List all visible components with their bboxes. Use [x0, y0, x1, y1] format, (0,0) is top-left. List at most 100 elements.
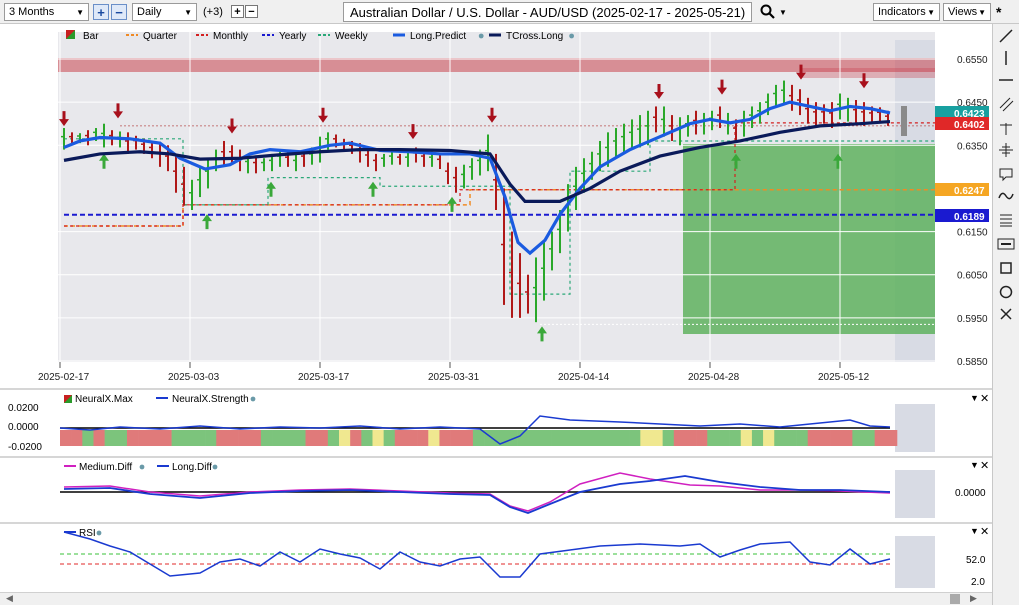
zoom-in-button[interactable]: +: [93, 4, 109, 20]
trendline-tool-icon[interactable]: [997, 28, 1015, 46]
text-tool-icon[interactable]: [997, 236, 1015, 254]
strength-cell: [316, 430, 329, 446]
strength-cell: [707, 430, 719, 446]
wave-tool-icon[interactable]: [997, 188, 1015, 206]
strength-cell: [584, 430, 596, 446]
date-tick-label: 2025-04-14: [558, 372, 610, 383]
strength-cell: [205, 430, 217, 446]
price-tick-label: 0.6550: [957, 55, 988, 66]
panel-menu-icon[interactable]: ▼: [970, 526, 979, 536]
neuralx-panel: NeuralX.Max NeuralX.Strength 0.0200 0.0000…: [0, 388, 992, 456]
settings-dot-icon[interactable]: [212, 464, 218, 470]
fibonacci-tool-icon[interactable]: [997, 212, 1015, 230]
timeframe-select[interactable]: 3 Months ▼: [4, 3, 89, 21]
legend-label: TCross.Long: [506, 31, 563, 42]
panel-menu-icon[interactable]: ▼: [970, 460, 979, 470]
rsi-tick-label: 2.0: [971, 577, 985, 588]
scroll-right-icon[interactable]: ▶: [970, 593, 977, 604]
views-button[interactable]: Views ▼: [943, 3, 991, 21]
strength-cell: [528, 430, 541, 446]
strength-cell: [841, 430, 853, 446]
strength-cell: [283, 430, 295, 446]
price-tick-label: 0.6150: [957, 228, 988, 239]
strength-cell: [238, 430, 251, 446]
strength-cell: [216, 430, 228, 446]
horizontal-line-tool-icon[interactable]: [997, 72, 1015, 90]
strength-cell: [249, 430, 262, 446]
strength-cell: [171, 430, 184, 446]
strength-cell: [729, 430, 742, 446]
panel-menu-icon[interactable]: ▼: [970, 393, 979, 403]
settings-dot-icon[interactable]: [250, 396, 256, 402]
indicators-button[interactable]: Indicators ▼: [873, 3, 940, 21]
channel-tool-icon[interactable]: [997, 96, 1015, 114]
neuralx-tick-label: -0.0200: [8, 442, 42, 453]
strength-cell: [763, 430, 775, 446]
strength-cell: [472, 430, 485, 446]
strength-cell: [818, 430, 831, 446]
legend-label: Quarter: [143, 31, 178, 42]
strength-cell: [629, 430, 641, 446]
close-icon[interactable]: ✕: [980, 526, 989, 538]
diff-tick-label: 0.0000: [955, 488, 986, 499]
strength-cell: [484, 430, 496, 446]
asterisk-pin-icon[interactable]: *: [996, 3, 1001, 21]
eraser-tool-icon[interactable]: [997, 306, 1015, 324]
date-tick-label: 2025-02-17: [38, 372, 90, 383]
strength-cell: [796, 430, 809, 446]
scroll-left-icon[interactable]: ◀: [6, 593, 13, 604]
instrument-title[interactable]: Australian Dollar / U.S. Dollar - AUD/US…: [343, 2, 753, 22]
strength-cell: [93, 430, 105, 446]
interval-value: Daily: [137, 6, 162, 18]
callout-tool-icon[interactable]: [997, 166, 1015, 184]
strength-cell: [595, 430, 608, 446]
crosshair-tool-icon[interactable]: [997, 142, 1015, 160]
horizontal-scrollbar[interactable]: ◀ ▶: [0, 592, 992, 605]
diff-panel: Medium.Diff Long.Diff 0.0000 ▼ ✕: [0, 456, 992, 522]
views-label: Views: [948, 6, 978, 18]
strength-cell: [350, 430, 362, 446]
price-level-label: 0.6189: [935, 209, 989, 223]
strength-cell: [573, 430, 585, 446]
settings-dot-icon[interactable]: [96, 530, 102, 536]
legend-label: Yearly: [279, 31, 306, 42]
date-tick-label: 2025-03-31: [428, 372, 480, 383]
indicators-label: Indicators: [878, 6, 926, 18]
chart-application: 3 Months ▼ + − Daily ▼ (+3) + − Australian…: [0, 0, 1019, 605]
top-toolbar: 3 Months ▼ + − Daily ▼ (+3) + − Australian…: [0, 0, 1019, 24]
chart-area[interactable]: Bar Quarter Monthly Yearly Weekly Long.Predic…: [0, 24, 992, 592]
date-tick-label: 2025-04-28: [688, 372, 740, 383]
rectangle-tool-icon[interactable]: [997, 260, 1015, 278]
pitchfork-tool-icon[interactable]: [997, 120, 1015, 138]
drawing-tools-panel: [992, 24, 1019, 605]
strength-cell: [785, 430, 797, 446]
strength-cell: [361, 430, 373, 446]
chevron-down-icon: ▼: [978, 7, 986, 17]
price-tick-label: 0.5850: [957, 357, 988, 368]
strength-cell: [182, 430, 195, 446]
settings-dot-icon[interactable]: [139, 464, 145, 470]
strength-cell: [272, 430, 284, 446]
close-icon[interactable]: ✕: [980, 460, 989, 472]
strength-cell: [383, 430, 396, 446]
settings-dot-icon[interactable]: [569, 33, 574, 39]
vertical-line-tool-icon[interactable]: [997, 50, 1015, 68]
zoom-out-button[interactable]: −: [111, 4, 127, 20]
search-icon[interactable]: [760, 3, 776, 21]
strength-cell: [193, 430, 206, 446]
strength-cell: [417, 430, 429, 446]
interval-select[interactable]: Daily ▼: [132, 3, 197, 21]
strength-cell: [439, 430, 451, 446]
close-icon[interactable]: ✕: [980, 393, 989, 405]
offset-decrease-button[interactable]: −: [245, 5, 258, 18]
circle-tool-icon[interactable]: [997, 284, 1015, 302]
strength-cell: [138, 430, 150, 446]
strength-cell: [606, 430, 619, 446]
search-dropdown-icon[interactable]: ▼: [779, 3, 787, 21]
scrollbar-thumb[interactable]: [950, 594, 960, 604]
settings-dot-icon[interactable]: [478, 33, 484, 39]
strength-cell: [640, 430, 652, 446]
offset-increase-button[interactable]: +: [231, 5, 244, 18]
svg-text:0.6402: 0.6402: [954, 120, 985, 131]
rsi-tick-label: 52.0: [966, 555, 986, 566]
